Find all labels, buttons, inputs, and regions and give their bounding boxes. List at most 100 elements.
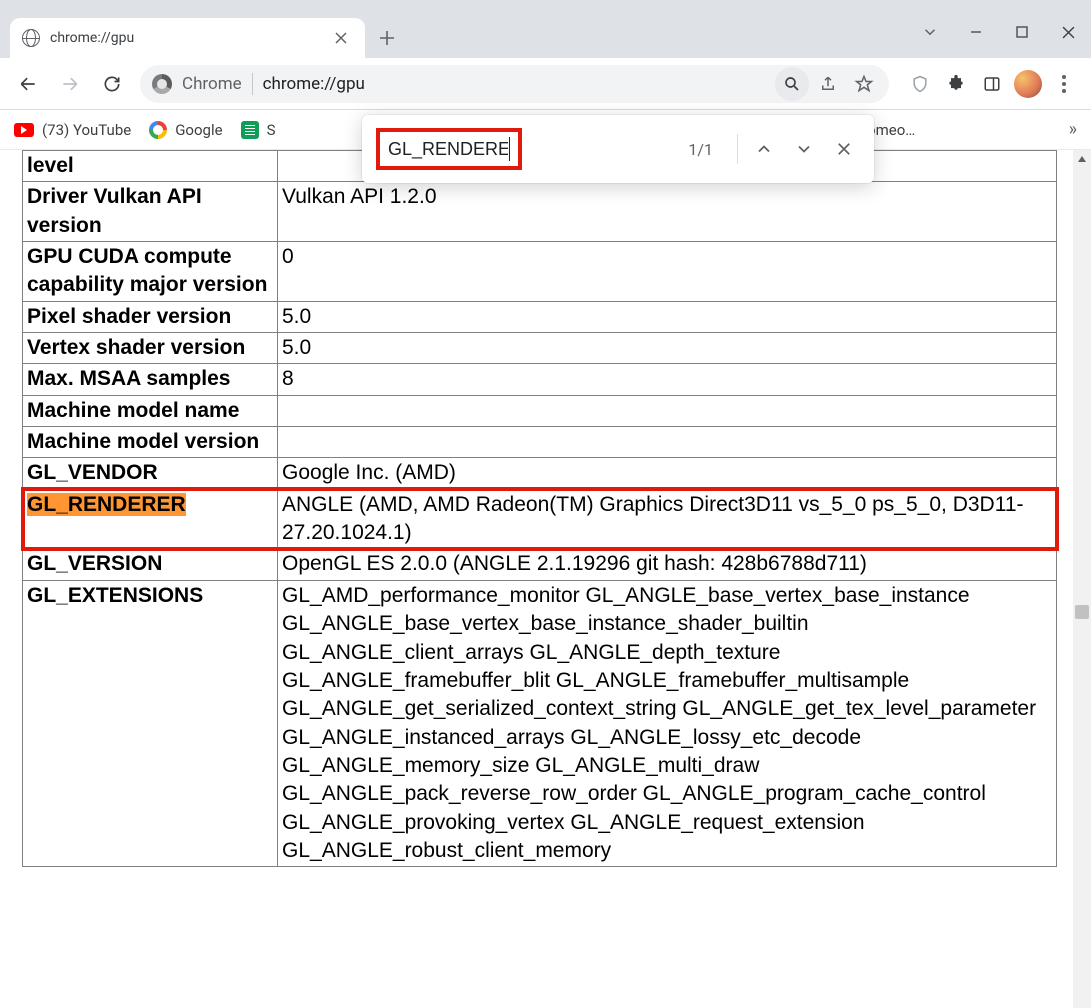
text-caret — [509, 137, 510, 161]
table-row: GPU CUDA compute capability major versio… — [23, 242, 1057, 302]
row-key: GL_RENDERER — [23, 489, 278, 549]
row-key: GPU CUDA compute capability major versio… — [23, 242, 278, 302]
browser-tab[interactable]: chrome://gpu — [10, 18, 365, 58]
nav-back-button[interactable] — [10, 66, 46, 102]
menu-dots-icon — [1062, 75, 1066, 93]
chevron-up-icon — [754, 139, 774, 159]
row-key: Pixel shader version — [23, 301, 278, 332]
find-in-page-button[interactable] — [775, 67, 809, 101]
tab-search-button[interactable] — [907, 10, 953, 54]
row-value: ANGLE (AMD, AMD Radeon(TM) Graphics Dire… — [278, 489, 1057, 549]
window-minimize-button[interactable] — [953, 10, 999, 54]
omnibox-actions — [775, 67, 881, 101]
page-content: level Driver Vulkan API version Vulkan A… — [0, 150, 1073, 1008]
row-value: GL_AMD_performance_monitor GL_ANGLE_base… — [278, 580, 1057, 866]
find-close-button[interactable] — [824, 129, 864, 169]
row-key: Machine model version — [23, 427, 278, 458]
row-value: Google Inc. (AMD) — [278, 458, 1057, 489]
profile-button[interactable] — [1011, 67, 1045, 101]
find-count: 1/1 — [688, 140, 713, 159]
bookmark-label: (73) YouTube — [42, 121, 131, 139]
share-icon — [819, 75, 837, 93]
table-row: GL_VERSION OpenGL ES 2.0.0 (ANGLE 2.1.19… — [23, 549, 1057, 580]
gpu-info-table: level Driver Vulkan API version Vulkan A… — [22, 150, 1057, 867]
close-icon — [835, 140, 853, 158]
table-row: Max. MSAA samples 8 — [23, 364, 1057, 395]
row-value: 5.0 — [278, 301, 1057, 332]
page-viewport: level Driver Vulkan API version Vulkan A… — [0, 150, 1091, 1008]
find-match: GL_RENDERER — [27, 493, 186, 516]
find-input[interactable] — [388, 139, 508, 160]
row-key: Machine model name — [23, 395, 278, 426]
row-value — [278, 427, 1057, 458]
row-key: GL_VERSION — [23, 549, 278, 580]
vertical-scrollbar[interactable] — [1073, 150, 1091, 1008]
bookmark-youtube[interactable]: (73) YouTube — [14, 121, 131, 139]
new-tab-button[interactable] — [371, 22, 403, 54]
nav-forward-button[interactable] — [52, 66, 88, 102]
table-row-highlighted: GL_RENDERER ANGLE (AMD, AMD Radeon(TM) G… — [23, 489, 1057, 549]
table-row: Vertex shader version 5.0 — [23, 333, 1057, 364]
find-next-button[interactable] — [784, 129, 824, 169]
share-button[interactable] — [811, 67, 845, 101]
bookmark-sheets[interactable]: S — [241, 121, 276, 139]
row-value — [278, 395, 1057, 426]
chevron-down-icon — [794, 139, 814, 159]
bookmark-label: Google — [175, 121, 222, 139]
find-prev-button[interactable] — [744, 129, 784, 169]
row-value: Vulkan API 1.2.0 — [278, 182, 1057, 242]
table-row: Machine model version — [23, 427, 1057, 458]
tab-strip: chrome://gpu — [0, 10, 1091, 58]
row-key: Max. MSAA samples — [23, 364, 278, 395]
close-icon — [1062, 26, 1075, 39]
extensions-button[interactable] — [939, 67, 973, 101]
window-maximize-button[interactable] — [999, 10, 1045, 54]
row-key: GL_EXTENSIONS — [23, 580, 278, 866]
row-key: level — [23, 151, 278, 182]
bookmark-button[interactable] — [847, 67, 881, 101]
puzzle-icon — [946, 74, 966, 94]
globe-icon — [22, 29, 40, 47]
table-row: Driver Vulkan API version Vulkan API 1.2… — [23, 182, 1057, 242]
panel-icon — [983, 75, 1001, 93]
youtube-icon — [14, 123, 34, 137]
tab-close-button[interactable] — [329, 26, 353, 50]
chrome-menu-button[interactable] — [1047, 67, 1081, 101]
omnibox[interactable]: Chrome chrome://gpu — [140, 65, 889, 103]
scroll-up-button[interactable] — [1073, 150, 1091, 168]
row-value: OpenGL ES 2.0.0 (ANGLE 2.1.19296 git has… — [278, 549, 1057, 580]
row-value: 5.0 — [278, 333, 1057, 364]
google-icon — [149, 121, 167, 139]
omnibox-url: chrome://gpu — [263, 74, 765, 94]
bookmark-google[interactable]: Google — [149, 121, 222, 139]
window-close-button[interactable] — [1045, 10, 1091, 54]
tab-title: chrome://gpu — [50, 30, 319, 46]
omnibox-origin: Chrome — [182, 74, 242, 94]
table-row: Pixel shader version 5.0 — [23, 301, 1057, 332]
chrome-icon — [152, 74, 172, 94]
find-in-page-bar: 1/1 — [362, 115, 874, 183]
plus-icon — [379, 30, 395, 46]
find-separator — [737, 134, 738, 164]
row-key: Vertex shader version — [23, 333, 278, 364]
extensions-area — [903, 67, 1081, 101]
nav-reload-button[interactable] — [94, 66, 130, 102]
arrow-right-icon — [60, 74, 80, 94]
scroll-thumb[interactable] — [1075, 605, 1089, 619]
bookmarks-overflow-button[interactable]: » — [1069, 119, 1077, 140]
avatar-icon — [1014, 70, 1042, 98]
minimize-icon — [970, 26, 982, 38]
browser-toolbar: Chrome chrome://gpu — [0, 58, 1091, 110]
extension-shield-button[interactable] — [903, 67, 937, 101]
triangle-up-icon — [1077, 154, 1087, 164]
row-value: 0 — [278, 242, 1057, 302]
reload-icon — [102, 74, 122, 94]
row-key: Driver Vulkan API version — [23, 182, 278, 242]
window-titlebar — [0, 0, 1091, 10]
row-key: GL_VENDOR — [23, 458, 278, 489]
shield-icon — [910, 74, 930, 94]
window-controls — [907, 10, 1091, 54]
side-panel-button[interactable] — [975, 67, 1009, 101]
maximize-icon — [1016, 26, 1028, 38]
find-input-highlight — [376, 128, 522, 170]
